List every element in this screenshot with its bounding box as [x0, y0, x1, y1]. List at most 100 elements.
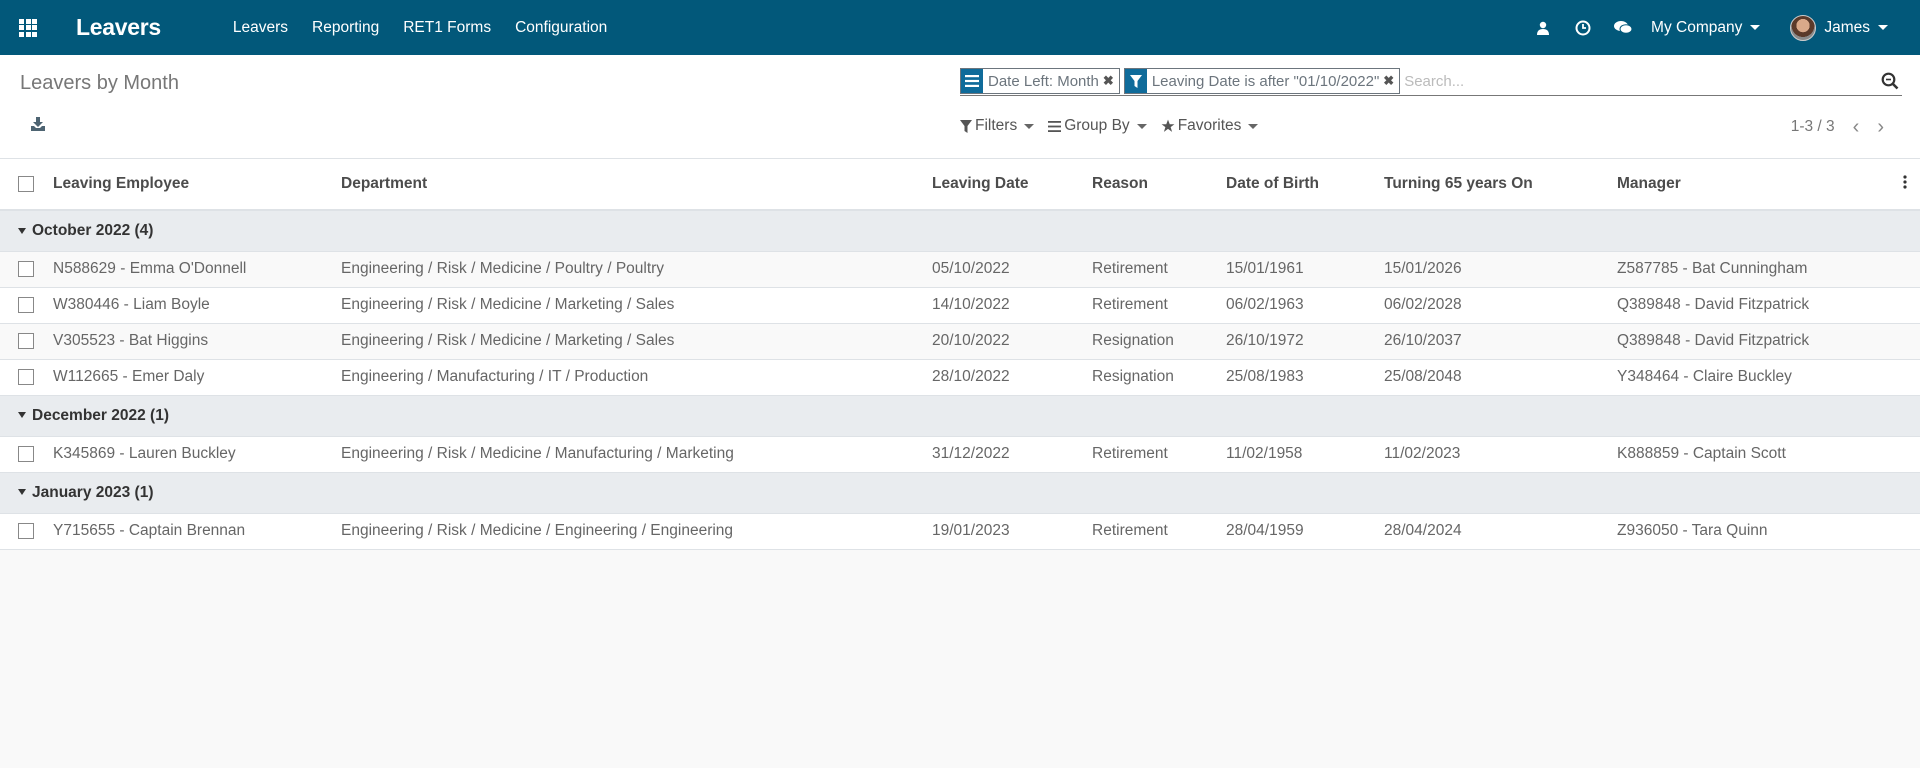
chat-icon[interactable] [1603, 0, 1643, 55]
row-checkbox[interactable] [0, 323, 53, 360]
cell-employee[interactable]: Y715655 - Captain Brennan [53, 513, 341, 550]
column-header-dob[interactable]: Date of Birth [1226, 159, 1384, 211]
cell-employee[interactable]: K345869 - Lauren Buckley [53, 436, 341, 473]
empty-cell [1860, 513, 1890, 550]
table-row[interactable]: W380446 - Liam Boyle Engineering / Risk /… [0, 287, 1920, 324]
cell-leaving-date[interactable]: 20/10/2022 [932, 323, 1092, 360]
column-header-turning-65[interactable]: Turning 65 years On [1384, 159, 1617, 211]
row-checkbox[interactable] [0, 513, 53, 550]
cell-turning-65[interactable]: 25/08/2048 [1384, 359, 1617, 396]
row-checkbox[interactable] [0, 436, 53, 473]
group-header[interactable]: January 2023 (1) [0, 472, 1920, 514]
favorites-dropdown[interactable]: Favorites [1161, 117, 1259, 135]
pager-value[interactable]: 1-3 / 3 [1791, 118, 1835, 136]
cell-leaving-date[interactable]: 31/12/2022 [932, 436, 1092, 473]
cell-turning-65[interactable]: 28/04/2024 [1384, 513, 1617, 550]
cell-manager[interactable]: Z587785 - Bat Cunningham [1617, 251, 1860, 288]
app-name[interactable]: Leavers [76, 14, 161, 41]
cell-leaving-date[interactable]: 05/10/2022 [932, 251, 1092, 288]
optional-columns-toggle[interactable] [1890, 159, 1920, 211]
cell-reason[interactable]: Resignation [1092, 323, 1226, 360]
table-row[interactable]: V305523 - Bat Higgins Engineering / Risk … [0, 323, 1920, 360]
menu-leavers[interactable]: Leavers [233, 19, 288, 37]
cell-turning-65[interactable]: 06/02/2028 [1384, 287, 1617, 324]
cell-reason[interactable]: Retirement [1092, 251, 1226, 288]
group-header[interactable]: October 2022 (4) [0, 210, 1920, 252]
cell-department[interactable]: Engineering / Risk / Medicine / Marketin… [341, 287, 932, 324]
user-menu[interactable]: James [1790, 14, 1888, 41]
close-icon[interactable]: ✖ [1103, 73, 1119, 89]
search-button[interactable] [1878, 72, 1902, 90]
cell-department[interactable]: Engineering / Manufacturing / IT / Produ… [341, 359, 932, 396]
cell-dob[interactable]: 25/08/1983 [1226, 359, 1384, 396]
cell-department[interactable]: Engineering / Risk / Medicine / Engineer… [341, 513, 932, 550]
download-button[interactable] [30, 116, 46, 137]
row-checkbox[interactable] [0, 251, 53, 288]
facet-group-by[interactable]: Date Left: Month ✖ [960, 68, 1120, 94]
pager: 1-3 / 3 ‹ › [1791, 117, 1884, 137]
cell-reason[interactable]: Retirement [1092, 436, 1226, 473]
cell-dob[interactable]: 15/01/1961 [1226, 251, 1384, 288]
cell-manager[interactable]: K888859 - Captain Scott [1617, 436, 1860, 473]
cell-turning-65[interactable]: 26/10/2037 [1384, 323, 1617, 360]
clock-icon[interactable] [1563, 0, 1603, 55]
cell-manager[interactable]: Q389848 - David Fitzpatrick [1617, 287, 1860, 324]
table-row[interactable]: N588629 - Emma O'Donnell Engineering / Ri… [0, 251, 1920, 288]
caret-down-icon [18, 489, 26, 496]
cell-department[interactable]: Engineering / Risk / Medicine / Poultry … [341, 251, 932, 288]
close-icon[interactable]: ✖ [1383, 73, 1399, 89]
filters-dropdown[interactable]: Filters [960, 117, 1035, 135]
cell-turning-65[interactable]: 11/02/2023 [1384, 436, 1617, 473]
cell-dob[interactable]: 11/02/1958 [1226, 436, 1384, 473]
cell-dob[interactable]: 28/04/1959 [1226, 513, 1384, 550]
cell-leaving-date[interactable]: 14/10/2022 [932, 287, 1092, 324]
column-header-manager[interactable]: Manager [1617, 159, 1860, 211]
group-row[interactable]: October 2022 (4) [0, 210, 1920, 252]
cell-manager[interactable]: Y348464 - Claire Buckley [1617, 359, 1860, 396]
row-checkbox[interactable] [0, 287, 53, 324]
group-row[interactable]: December 2022 (1) [0, 395, 1920, 437]
cell-dob[interactable]: 26/10/1972 [1226, 323, 1384, 360]
apps-menu-button[interactable] [0, 0, 56, 55]
menu-reporting[interactable]: Reporting [312, 19, 379, 37]
next-page-button[interactable]: › [1877, 117, 1884, 137]
column-header-department[interactable]: Department [341, 159, 932, 211]
group-row[interactable]: January 2023 (1) [0, 472, 1920, 514]
row-checkbox[interactable] [0, 359, 53, 396]
cell-employee[interactable]: V305523 - Bat Higgins [53, 323, 341, 360]
cell-employee[interactable]: N588629 - Emma O'Donnell [53, 251, 341, 288]
cell-reason[interactable]: Retirement [1092, 287, 1226, 324]
search-options: Filters Group By Favorites [960, 117, 1272, 135]
groupby-dropdown[interactable]: Group By [1048, 117, 1147, 135]
column-header-employee[interactable]: Leaving Employee [53, 159, 341, 211]
select-all-checkbox[interactable] [0, 159, 53, 211]
user-icon[interactable] [1523, 0, 1563, 55]
table-row[interactable]: K345869 - Lauren Buckley Engineering / Ri… [0, 436, 1920, 473]
menu-configuration[interactable]: Configuration [515, 19, 607, 37]
cell-reason[interactable]: Retirement [1092, 513, 1226, 550]
cell-department[interactable]: Engineering / Risk / Medicine / Manufact… [341, 436, 932, 473]
facet-label: Date Left: Month [988, 72, 1099, 90]
cell-leaving-date[interactable]: 19/01/2023 [932, 513, 1092, 550]
cell-manager[interactable]: Q389848 - David Fitzpatrick [1617, 323, 1860, 360]
facet-filter[interactable]: Leaving Date is after "01/10/2022" ✖ [1123, 68, 1401, 94]
cell-employee[interactable]: W380446 - Liam Boyle [53, 287, 341, 324]
cell-turning-65[interactable]: 15/01/2026 [1384, 251, 1617, 288]
cell-dob[interactable]: 06/02/1963 [1226, 287, 1384, 324]
cell-reason[interactable]: Resignation [1092, 359, 1226, 396]
menu-ret1-forms[interactable]: RET1 Forms [403, 19, 491, 37]
cell-department[interactable]: Engineering / Risk / Medicine / Marketin… [341, 323, 932, 360]
column-header-leaving-date[interactable]: Leaving Date [932, 159, 1092, 211]
leavers-list: Leaving Employee Department Leaving Date… [0, 159, 1920, 550]
chevron-down-icon [1878, 25, 1888, 30]
previous-page-button[interactable]: ‹ [1853, 117, 1860, 137]
cell-leaving-date[interactable]: 28/10/2022 [932, 359, 1092, 396]
table-row[interactable]: W112665 - Emer Daly Engineering / Manufac… [0, 359, 1920, 396]
column-header-reason[interactable]: Reason [1092, 159, 1226, 211]
search-input[interactable] [1404, 68, 1878, 94]
cell-employee[interactable]: W112665 - Emer Daly [53, 359, 341, 396]
cell-manager[interactable]: Z936050 - Tara Quinn [1617, 513, 1860, 550]
table-row[interactable]: Y715655 - Captain Brennan Engineering / R… [0, 513, 1920, 550]
group-header[interactable]: December 2022 (1) [0, 395, 1920, 437]
company-switcher[interactable]: My Company [1651, 19, 1761, 37]
